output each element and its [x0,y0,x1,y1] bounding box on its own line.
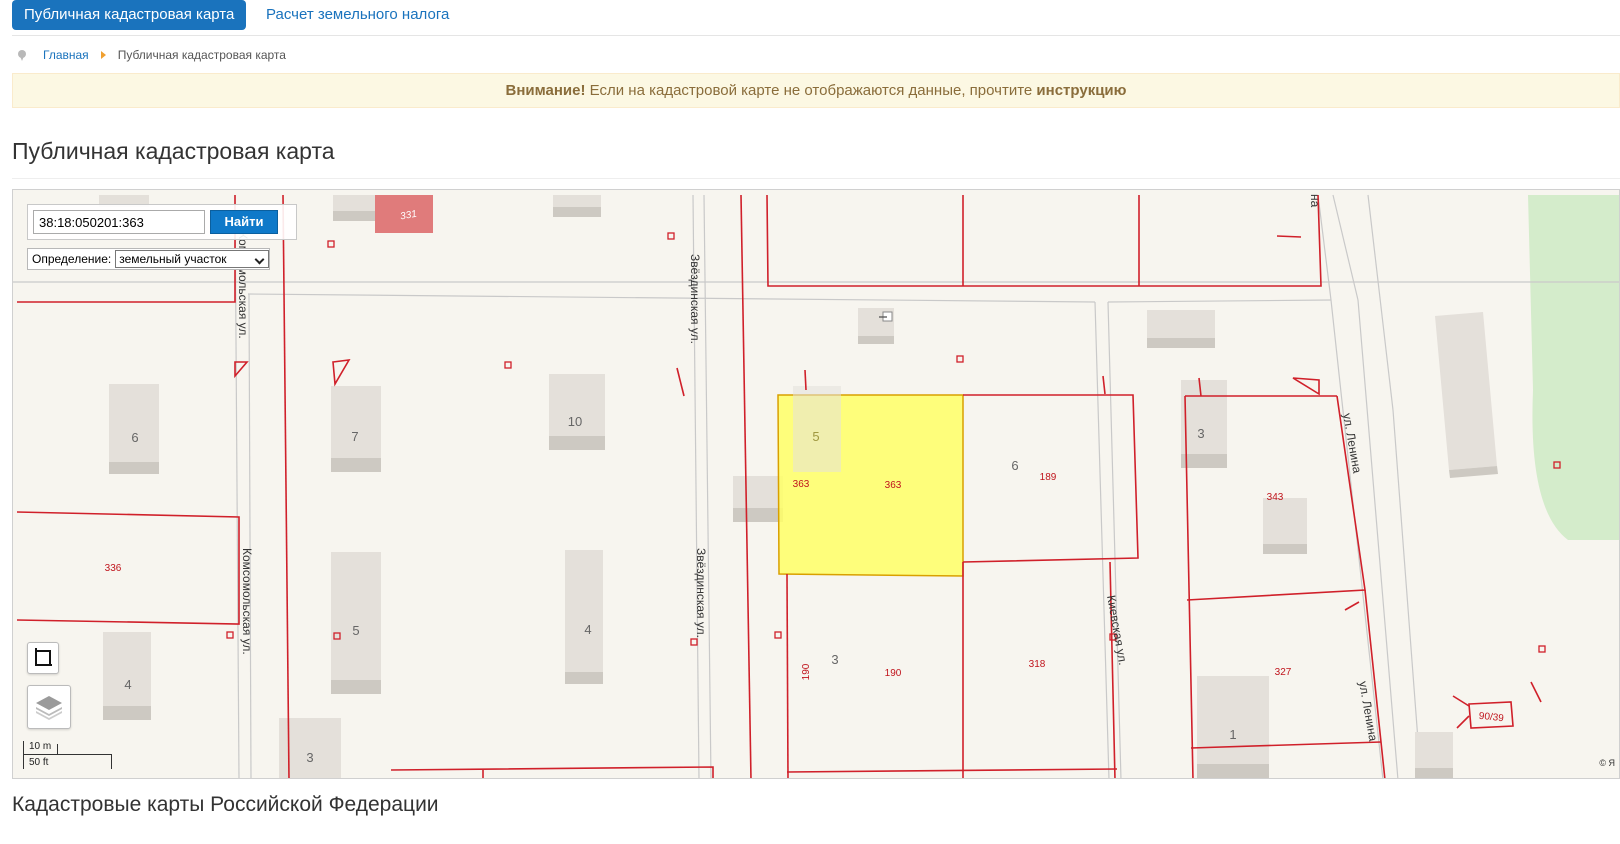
parcel-number: 90/39 [1478,711,1504,725]
breadcrumb-home-link[interactable]: Главная [43,48,89,62]
house-number: 5 [812,429,819,444]
street-label-lenina-bottom: ул. Ленина [1356,680,1380,742]
scale-tick [111,754,112,769]
scale-imperial-label: 50 ft [29,757,49,768]
find-button[interactable]: Найти [210,210,278,234]
title-divider [12,178,1620,179]
parcel-number: 343 [1267,492,1284,503]
breadcrumb: Главная Публичная кадастровая карта [18,46,286,64]
frame-tool-button[interactable] [27,642,59,674]
street-label-komsomolskaya-bottom: Комсомольская ул. [240,548,254,655]
map-scale: 10 m 50 ft [23,741,113,769]
parcel-number: 363 [793,479,810,490]
alert-text: Если на кадастровой карте не отображаютс… [585,82,1037,99]
definition-select-value: земельный участок [119,252,227,266]
scale-line [23,754,111,755]
map-canvas[interactable]: Комсомольская ул. Комсомольская ул. Звёз… [13,190,1620,779]
house-number: 1 [1229,727,1236,742]
house-number: 7 [351,429,358,444]
house-number: 10 [568,414,582,429]
house-number: 6 [131,430,138,445]
location-pin-icon [18,49,26,61]
breadcrumb-current: Публичная кадастровая карта [117,48,286,62]
parcel-number: 318 [1029,659,1046,670]
page-title: Публичная кадастровая карта [12,138,335,164]
street-label-zvezdinskaya-top: Звёздинская ул. [688,254,702,344]
scale-metric-label: 10 m [29,741,52,752]
house-number: 6 [1011,458,1018,473]
street-label-kievskaya: Киевская ул. [1104,594,1130,666]
alert-strong: Внимание! [505,82,586,99]
parcel-number: 363 [885,480,902,491]
house-number: 3 [1197,426,1204,441]
layers-button[interactable] [27,685,71,729]
street-label-zvezdinskaya-bottom: Звёздинская ул. [694,548,708,638]
house-number: 5 [352,623,359,638]
definition-select[interactable]: земельный участок [115,250,270,268]
parcel-number: 190 [885,668,902,679]
house-number: 4 [124,677,131,692]
parcel-number: 190 [801,663,812,680]
section-title-russia-maps: Кадастровые карты Российской Федерации [12,793,439,816]
definition-panel: Определение: земельный участок [27,248,271,270]
map-search-panel: Найти [27,204,297,240]
house-number: 4 [584,622,591,637]
park-area [1528,195,1619,540]
tab-land-tax-calculation[interactable]: Расчет земельного налога [254,0,461,30]
parcel-number: 327 [1275,667,1292,678]
parcel-number: 189 [1040,472,1057,483]
parcel-number: 336 [105,563,122,574]
cadastral-number-input[interactable] [33,210,205,234]
cadastral-map[interactable]: Комсомольская ул. Комсомольская ул. Звёз… [12,189,1620,779]
top-navigation: Публичная кадастровая карта Расчет земел… [12,0,1620,36]
layers-icon [36,696,62,720]
tab-public-cadastral-map[interactable]: Публичная кадастровая карта [12,0,247,30]
house-number: 3 [831,652,838,667]
map-copyright[interactable]: © Я [1599,758,1615,768]
definition-label: Определение: [32,252,112,266]
house-number: 3 [306,750,313,765]
breadcrumb-arrow-icon [100,51,106,59]
street-label-top-right: на [1308,194,1322,208]
alert-instruction-link[interactable]: инструкцию [1036,82,1126,99]
scale-tick [23,741,24,769]
scale-tick [57,744,58,754]
fullscreen-frame-icon [35,648,52,666]
warning-alert: Внимание! Если на кадастровой карте не о… [12,73,1620,108]
